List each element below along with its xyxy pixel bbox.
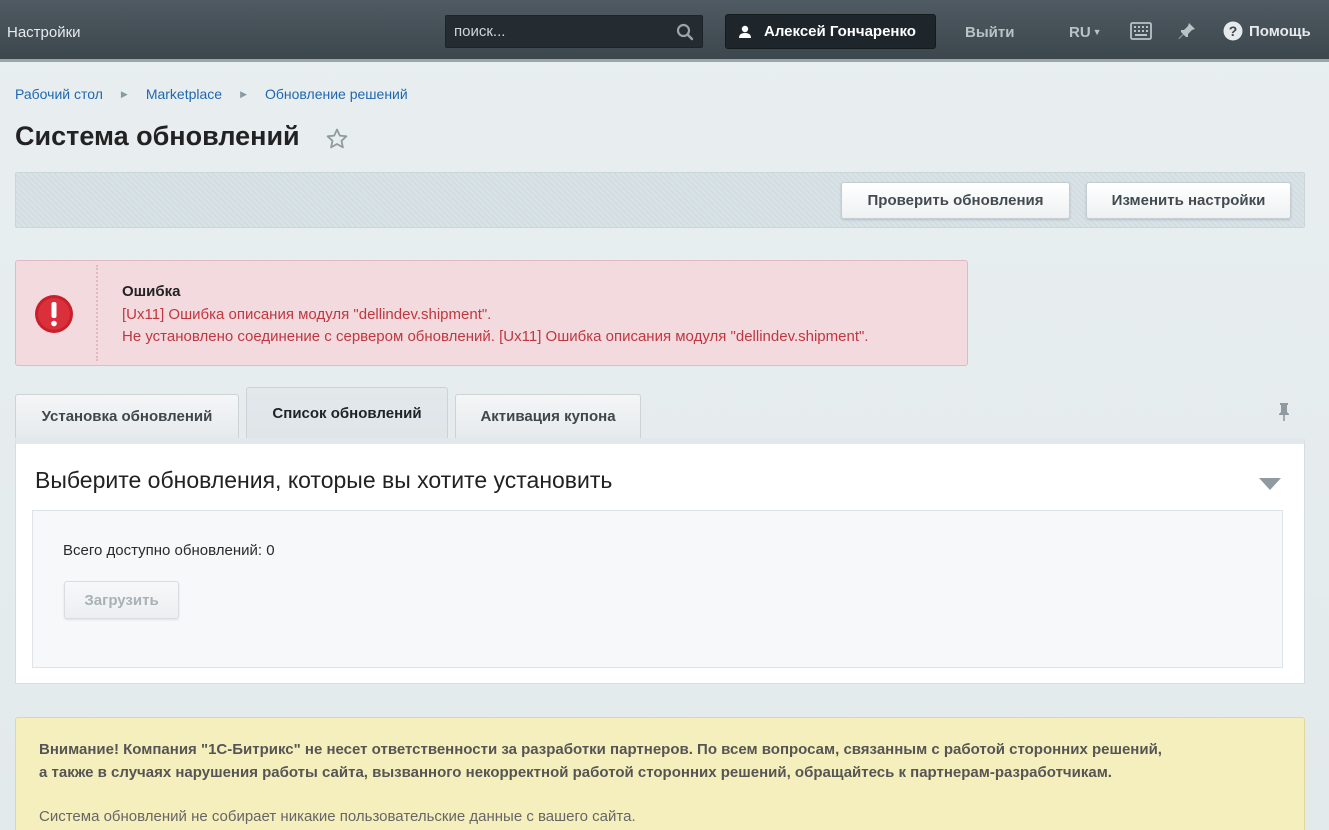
- pin-icon[interactable]: [1177, 21, 1197, 41]
- warning-text-line: Система обновлений не собирает никакие п…: [39, 808, 636, 825]
- page-title: Система обновлений: [15, 121, 300, 151]
- chevron-right-icon: ▶: [120, 88, 128, 99]
- updates-count: Всего доступно обновлений: 0: [63, 542, 275, 559]
- warning-text-line: а также в случаях нарушения работы сайта…: [39, 764, 1112, 781]
- search-input[interactable]: [446, 16, 671, 47]
- load-button[interactable]: Загрузить: [64, 581, 179, 619]
- star-icon[interactable]: [325, 127, 349, 151]
- top-bar: Настройки Алексей Гончаренко Выйти RU▼: [0, 0, 1329, 62]
- collapse-arrow-icon[interactable]: [1259, 478, 1281, 490]
- chevron-down-icon: ▼: [1092, 27, 1102, 37]
- user-button[interactable]: Алексей Гончаренко: [725, 14, 936, 49]
- language-selector[interactable]: RU ▼: [1069, 24, 1102, 41]
- tab-install-updates[interactable]: Установка обновлений: [15, 394, 239, 438]
- search-box[interactable]: [445, 15, 703, 48]
- tab-updates-list[interactable]: Список обновлений: [246, 387, 448, 438]
- breadcrumb-item-marketplace[interactable]: Marketplace: [146, 86, 222, 102]
- breadcrumb-item-desktop[interactable]: Рабочий стол: [15, 86, 103, 102]
- language-label: RU: [1069, 24, 1091, 41]
- toolbar: Проверить обновления Изменить настройки: [15, 172, 1305, 228]
- breadcrumb: Рабочий стол ▶ Marketplace ▶ Обновление …: [15, 86, 408, 102]
- panel-title: Выберите обновления, которые вы хотите у…: [35, 467, 613, 493]
- user-name: Алексей Гончаренко: [764, 23, 916, 40]
- warning-text-line: Внимание! Компания "1С-Битрикс" не несет…: [39, 741, 1162, 758]
- help-label: Помощь: [1249, 22, 1311, 40]
- check-updates-button[interactable]: Проверить обновления: [841, 182, 1070, 219]
- tab-coupon-activation[interactable]: Активация купона: [455, 394, 641, 438]
- svg-text:?: ?: [1229, 23, 1238, 39]
- help-button[interactable]: ? Помощь: [1223, 21, 1311, 41]
- pin-icon[interactable]: [1275, 402, 1293, 422]
- logout-button[interactable]: Выйти: [965, 24, 1014, 41]
- error-icon: [35, 295, 73, 333]
- updates-panel: Выберите обновления, которые вы хотите у…: [15, 438, 1305, 684]
- chevron-right-icon: ▶: [240, 88, 247, 99]
- search-icon[interactable]: [676, 23, 694, 41]
- keyboard-icon[interactable]: [1130, 22, 1152, 40]
- error-title: Ошибка: [122, 283, 181, 300]
- change-settings-button[interactable]: Изменить настройки: [1086, 182, 1291, 219]
- help-icon: ?: [1223, 21, 1243, 41]
- app-title[interactable]: Настройки: [7, 24, 81, 41]
- error-divider: [96, 265, 98, 361]
- panel-content: Всего доступно обновлений: 0 Загрузить: [32, 510, 1283, 668]
- user-icon: [739, 25, 751, 38]
- error-message: Ошибка [Ux11] Ошибка описания модуля "de…: [15, 260, 968, 366]
- warning-note: Внимание! Компания "1С-Битрикс" не несет…: [15, 717, 1305, 830]
- error-text-line: [Ux11] Ошибка описания модуля "dellindev…: [122, 306, 492, 323]
- breadcrumb-item-updates[interactable]: Обновление решений: [265, 86, 408, 102]
- error-text-line: Не установлено соединение с сервером обн…: [122, 328, 869, 345]
